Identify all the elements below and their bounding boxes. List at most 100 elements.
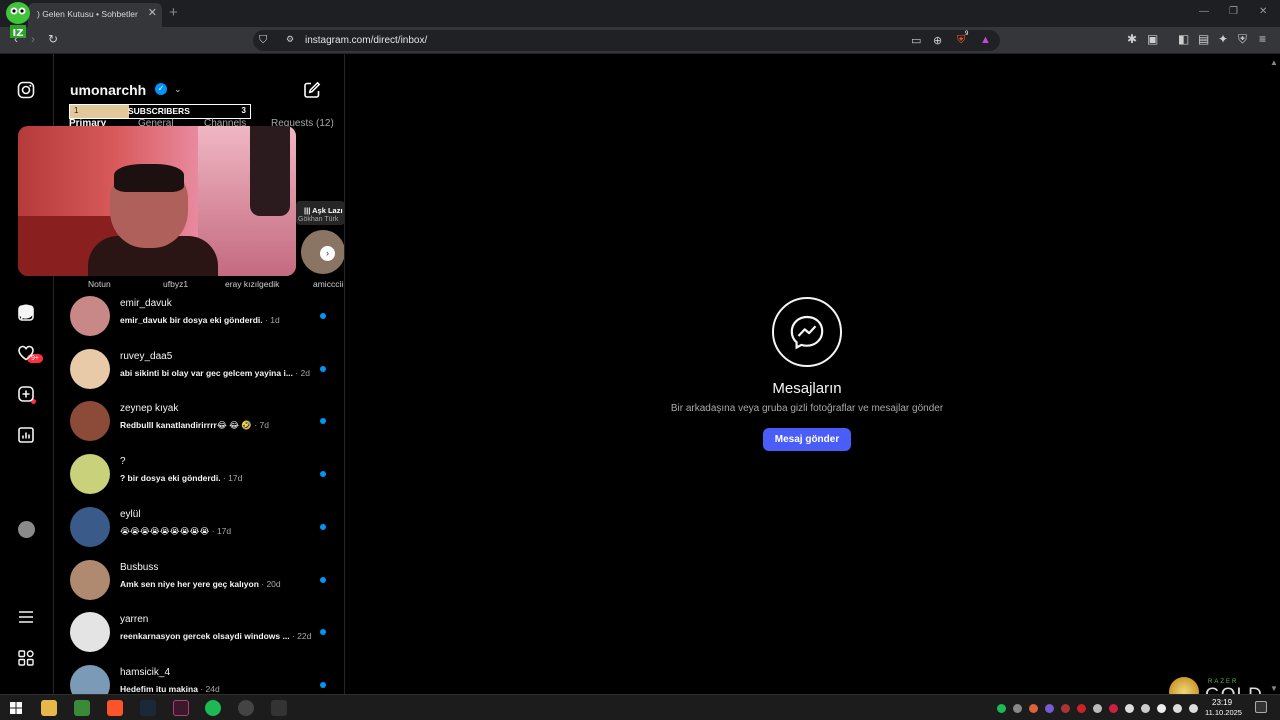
conversation-avatar bbox=[70, 454, 110, 495]
app-icon[interactable] bbox=[238, 700, 254, 716]
tray-icon[interactable] bbox=[1045, 704, 1054, 713]
conversation-row[interactable]: yarren reenkarnasyon gercek olsaydi windo… bbox=[54, 612, 344, 664]
tray-icon[interactable] bbox=[1109, 704, 1118, 713]
empty-state-subtitle: Bir arkadaşına veya gruba gizli fotoğraf… bbox=[670, 403, 944, 414]
new-message-icon[interactable] bbox=[303, 81, 321, 99]
file-explorer-icon[interactable] bbox=[41, 700, 57, 716]
chevron-down-icon[interactable]: ⌄ bbox=[174, 84, 182, 95]
conversation-row[interactable]: ruvey_daa5 abi sikinti bi olay var gec ge… bbox=[54, 348, 344, 401]
heart-icon[interactable] bbox=[17, 344, 35, 362]
vpn-icon[interactable]: ⛨ bbox=[1238, 32, 1247, 47]
instagram-logo-icon[interactable] bbox=[17, 81, 35, 99]
notification-center-icon[interactable] bbox=[1255, 701, 1267, 713]
extensions-icon[interactable]: ✱ bbox=[1127, 32, 1137, 46]
messenger-logo-icon bbox=[790, 315, 824, 350]
note-song-title: ||| Aşk Lazı bbox=[304, 206, 343, 215]
wallet-icon[interactable]: ▣ bbox=[1147, 32, 1158, 46]
webcam-overlay bbox=[18, 126, 296, 276]
zoom-icon[interactable]: ⊕ bbox=[933, 34, 942, 47]
window-close-icon[interactable]: ✕ bbox=[1259, 6, 1267, 17]
messenger-icon[interactable] bbox=[17, 303, 35, 321]
conversation-name: ruvey_daa5 bbox=[120, 350, 173, 362]
scrollbar-up-icon[interactable]: ▲ bbox=[1270, 58, 1278, 67]
url-text[interactable]: instagram.com/direct/inbox/ bbox=[305, 35, 427, 46]
send-message-button[interactable]: Mesaj gönder bbox=[763, 428, 851, 451]
conversation-preview: 😭😭😭😭😭😭😭😭😭 · 17d bbox=[120, 526, 231, 537]
unread-dot bbox=[320, 313, 326, 319]
tray-icon[interactable] bbox=[1013, 704, 1022, 713]
conversation-preview-text: reenkarnasyon gercek olsaydi windows ... bbox=[120, 631, 290, 642]
tray-icon[interactable] bbox=[1029, 704, 1038, 713]
conversation-name: emir_davuk bbox=[120, 298, 172, 309]
site-info-icon[interactable]: ⚙ bbox=[286, 34, 294, 45]
note-name: eray kızılgedik bbox=[225, 279, 280, 289]
maximize-icon[interactable]: ❐ bbox=[1229, 6, 1238, 17]
conversation-preview: reenkarnasyon gercek olsaydi windows ...… bbox=[120, 631, 311, 641]
conversation-time: · 24d bbox=[197, 683, 220, 694]
overlay-logo-icon: IZ bbox=[6, 2, 30, 39]
tray-icon[interactable] bbox=[1093, 704, 1102, 713]
conversation-name: hamsicik_4 bbox=[120, 666, 171, 678]
verified-badge-icon: ✓ bbox=[155, 83, 167, 95]
notes-next-icon[interactable]: › bbox=[320, 246, 335, 261]
scrollbar-down-icon[interactable]: ▼ bbox=[1270, 684, 1278, 693]
store-icon[interactable] bbox=[74, 700, 90, 716]
conversation-preview: Amk sen niye her yere geç kalıyon · 20d bbox=[120, 579, 281, 589]
unread-dot bbox=[320, 629, 326, 636]
tray-icon[interactable] bbox=[1173, 704, 1182, 713]
conversation-name: ? bbox=[120, 456, 126, 468]
brave-rewards-icon[interactable]: ▲ bbox=[980, 34, 991, 46]
leo-ai-icon[interactable]: ✦ bbox=[1218, 32, 1228, 46]
conversation-name: Busbuss bbox=[120, 561, 159, 573]
bookmark-icon[interactable]: ⛉ bbox=[259, 34, 267, 47]
profile-avatar[interactable] bbox=[18, 521, 35, 538]
unread-dot bbox=[320, 681, 326, 688]
sidebar-toggle-icon[interactable]: ◧ bbox=[1178, 32, 1189, 46]
app-icon[interactable] bbox=[173, 700, 189, 716]
steam-icon[interactable] bbox=[140, 700, 156, 716]
create-icon[interactable] bbox=[17, 385, 35, 403]
svg-text:IZ: IZ bbox=[13, 28, 24, 39]
unread-dot bbox=[320, 576, 326, 583]
conversation-avatar bbox=[70, 559, 110, 600]
dashboard-icon[interactable] bbox=[17, 426, 35, 444]
tab-close-icon[interactable]: ✕ bbox=[148, 6, 157, 19]
conversation-preview-text: Hedefim itu makina bbox=[120, 683, 198, 694]
browser-tab[interactable]: ) Gelen Kutusu • Sohbetler ✕ bbox=[28, 3, 162, 27]
account-username[interactable]: umonarchh bbox=[70, 82, 146, 98]
unread-dot bbox=[320, 471, 326, 478]
conversation-row[interactable]: eylül 😭😭😭😭😭😭😭😭😭 · 17d bbox=[54, 506, 344, 559]
tray-icon[interactable] bbox=[1077, 704, 1086, 713]
new-tab-button[interactable]: + bbox=[169, 4, 178, 21]
cast-icon[interactable]: ▭ bbox=[911, 34, 921, 47]
more-menu-icon[interactable] bbox=[17, 608, 35, 626]
spotify-icon[interactable] bbox=[205, 700, 221, 716]
tray-icon[interactable] bbox=[1157, 704, 1166, 713]
conversation-preview-text: ? bir dosya eki gönderdi. bbox=[120, 473, 221, 484]
taskbar-time[interactable]: 23:19 bbox=[1212, 698, 1232, 707]
taskbar-date[interactable]: 11.10.2025 bbox=[1205, 708, 1242, 717]
brave-browser-icon[interactable] bbox=[107, 700, 123, 716]
menu-icon[interactable]: ≡ bbox=[1259, 32, 1266, 46]
conversation-row[interactable]: emir_davuk emir_davuk bir dosya eki gönde… bbox=[54, 296, 344, 348]
tray-icon[interactable] bbox=[1125, 704, 1134, 713]
brave-shields-icon[interactable]: ⛨ bbox=[957, 34, 965, 47]
conversation-row[interactable]: hamsicik_4 Hedefim itu makina · 24d bbox=[54, 664, 344, 694]
messenger-circle-icon bbox=[772, 297, 842, 367]
conversation-time: · 20d bbox=[258, 578, 281, 589]
app-icon[interactable] bbox=[271, 700, 287, 716]
conversation-row[interactable]: Busbuss Amk sen niye her yere geç kalıyon… bbox=[54, 559, 344, 612]
windows-start-icon[interactable] bbox=[10, 702, 22, 714]
tray-icon[interactable] bbox=[1061, 704, 1070, 713]
minimize-icon[interactable]: — bbox=[1199, 6, 1209, 17]
tray-icon[interactable] bbox=[1141, 704, 1150, 713]
tab-groups-icon[interactable]: ▤ bbox=[1198, 32, 1209, 46]
conversation-row[interactable]: ? ? bir dosya eki gönderdi. · 17d bbox=[54, 454, 344, 506]
reload-icon[interactable]: ↻ bbox=[48, 32, 58, 46]
conversation-row[interactable]: zeynep kıyak Redbulll kanatlandirirrrr😂 😂… bbox=[54, 401, 344, 453]
windows-taskbar: 23:19 11.10.2025 bbox=[0, 694, 1280, 720]
also-from-meta-icon[interactable] bbox=[17, 649, 35, 667]
tray-spotify-icon[interactable] bbox=[997, 704, 1006, 713]
conversation-preview: ? bir dosya eki gönderdi. · 17d bbox=[120, 473, 242, 483]
tray-icon[interactable] bbox=[1189, 704, 1198, 713]
